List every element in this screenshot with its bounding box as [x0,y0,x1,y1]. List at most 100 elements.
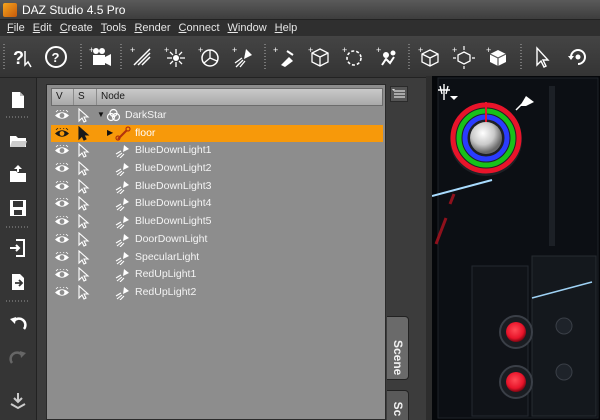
create-cube-group-icon[interactable]: + [452,45,476,69]
expand-arrow-icon[interactable]: ▶ [107,128,113,137]
scene-tree-row[interactable]: ▶ floor [51,124,383,143]
spotlight-icon [115,251,129,265]
visibility-eye-icon[interactable] [54,198,70,209]
visibility-eye-icon[interactable] [54,145,70,156]
visibility-eye-icon[interactable] [54,127,70,139]
visibility-eye-icon[interactable] [54,180,70,192]
scene-tree-row[interactable]: BlueDownLight3 [51,178,383,196]
selectable-arrow-icon[interactable] [77,161,91,176]
menu-connect[interactable]: Connect [175,20,224,36]
collapse-arrow-icon[interactable]: ▼ [97,110,105,119]
tab-second[interactable]: Sc [387,390,409,420]
spotlight-icon [115,145,129,159]
scene-tree-row[interactable]: BlueDownLight1 [51,142,383,160]
selectable-arrow-icon[interactable] [77,143,91,159]
scene-tree-row[interactable]: SpecularLight [51,249,383,267]
red-up-light [506,322,526,342]
help-icon[interactable]: ? [44,45,68,69]
create-camera-icon[interactable]: + [89,45,113,69]
visibility-eye-icon[interactable] [54,233,70,245]
save-icon[interactable] [8,198,28,218]
selectable-arrow-icon[interactable] [77,267,91,282]
selectable-arrow-icon[interactable] [77,231,91,247]
viewport[interactable] [426,76,600,420]
visibility-eye-icon[interactable] [54,286,70,298]
toolbar-separator [264,44,266,70]
node-label: RedUpLight2 [135,285,197,298]
new-scene-icon[interactable] [8,90,28,110]
visibility-eye-icon[interactable] [54,163,70,174]
create-cube-icon[interactable]: + [418,45,442,69]
svg-text:+: + [198,45,203,55]
whats-this-icon[interactable]: ? [10,45,34,69]
node-label: DarkStar [125,109,167,121]
menu-bar: File Edit Create Tools Render Connect Wi… [0,20,600,36]
node-label: BlueDownLight3 [135,179,212,192]
import-icon[interactable] [8,238,28,258]
create-figure-icon[interactable]: + [376,45,400,69]
menu-file[interactable]: File [3,20,29,36]
selectable-arrow-icon[interactable] [77,249,91,265]
svg-text:+: + [89,45,94,55]
create-primitive-icon[interactable]: + [273,45,297,69]
selectable-arrow-icon[interactable] [77,125,91,141]
menu-help[interactable]: Help [271,20,302,36]
spotlight-icon [115,163,129,177]
node-label: BlueDownLight5 [135,215,212,228]
menu-window[interactable]: Window [224,20,271,36]
create-spot-light-icon[interactable]: + [198,45,222,69]
svg-text:+: + [418,45,423,55]
spotlight-icon [115,233,129,247]
create-cube-selected-icon[interactable]: + [486,45,510,69]
spotlight-icon [115,198,129,212]
toolbar-separator [80,44,82,70]
scene-tree-row[interactable]: RedUpLight2 [51,284,383,302]
create-light-icon[interactable]: + [232,45,256,69]
selectable-arrow-icon[interactable] [77,214,91,229]
pane-options-button[interactable] [390,86,408,102]
svg-text:+: + [232,45,237,55]
sphere-gizmo-icon[interactable] [470,122,502,154]
selectable-arrow-icon[interactable] [77,178,91,194]
create-null-icon[interactable]: + [308,45,332,69]
undo-icon[interactable] [8,314,28,334]
selectable-arrow-icon[interactable] [77,284,91,300]
scene-tree-row[interactable]: RedUpLight1 [51,266,383,284]
menu-render[interactable]: Render [130,20,174,36]
node-label: RedUpLight1 [135,268,197,281]
column-visible[interactable]: V [52,89,74,105]
visibility-eye-icon[interactable] [54,251,70,263]
svg-text:+: + [130,45,135,55]
scene-tree-row[interactable]: BlueDownLight4 [51,195,383,213]
download-icon[interactable] [8,390,28,410]
open-file-icon[interactable] [8,130,28,150]
merge-file-icon[interactable] [8,164,28,184]
select-tool-icon[interactable] [530,45,554,69]
scene-tree-row[interactable]: DoorDownLight [51,231,383,249]
tab-scene[interactable]: Scene [387,316,409,380]
menu-tools[interactable]: Tools [97,20,131,36]
node-label: BlueDownLight4 [135,197,212,210]
column-node[interactable]: Node [97,89,382,105]
main-toolbar: ? ? + + + + + + + + + + + + [0,36,600,78]
scene-tree-row[interactable]: BlueDownLight5 [51,213,383,231]
column-selectable[interactable]: S [74,89,97,105]
visibility-eye-icon[interactable] [54,110,70,121]
visibility-eye-icon[interactable] [54,216,70,227]
create-distant-light-icon[interactable]: + [130,45,154,69]
redo-icon[interactable] [8,348,28,368]
scene-tree-row[interactable]: ▼ DarkStar [51,107,383,125]
create-point-light-icon[interactable]: + [164,45,188,69]
create-group-icon[interactable]: + [342,45,366,69]
scene-tree-row[interactable]: BlueDownLight2 [51,160,383,178]
svg-text:+: + [486,45,491,55]
menu-edit[interactable]: Edit [29,20,56,36]
rotate-tool-icon[interactable] [566,45,590,69]
visibility-eye-icon[interactable] [54,269,70,280]
node-label: SpecularLight [135,250,200,263]
selectable-arrow-icon[interactable] [77,108,91,123]
menu-create[interactable]: Create [56,20,97,36]
node-label: floor [135,126,156,139]
selectable-arrow-icon[interactable] [77,196,91,212]
export-icon[interactable] [8,272,28,292]
